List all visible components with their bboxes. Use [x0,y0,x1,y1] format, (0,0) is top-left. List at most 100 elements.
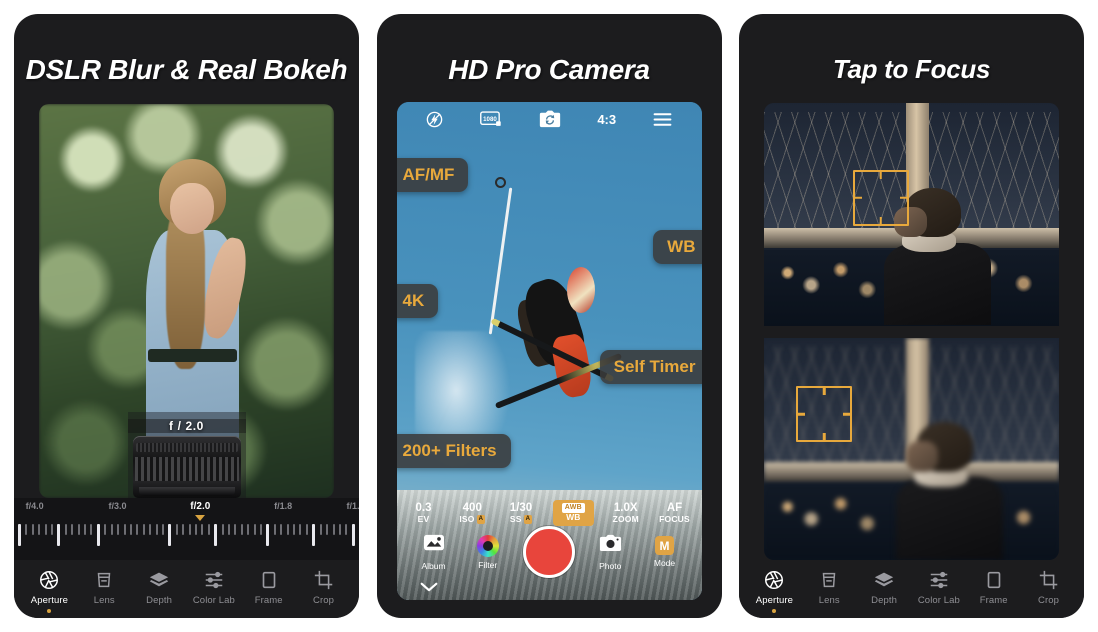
subject-face [170,182,215,234]
focus-photo-background[interactable] [764,337,1059,560]
subject-coat-2 [896,477,1003,560]
readout-ev[interactable]: 0.3 EV [407,502,441,525]
ruler-label-active: f/2.0 [190,501,211,512]
ruler-label-3: f/1.8 [274,501,293,511]
readout-iso[interactable]: 400 ISO A [455,502,489,525]
camera-top-bar[interactable]: 1080 4:3 [397,102,702,136]
pill-filters[interactable]: 200+ Filters [396,434,511,468]
aperture-value-label: f / 2.0 [127,419,246,433]
focus-box-on-background[interactable] [796,386,853,443]
readout-wb-key: WB [566,512,581,523]
ruler-label-1: f/3.0 [108,501,127,511]
shutter-button[interactable] [523,526,575,578]
ski-pole [488,187,513,335]
ski-pole-basket [495,177,506,189]
toolbar-item-frame[interactable]: Frame [242,569,296,606]
filter-button[interactable]: Filter [467,534,509,570]
readout-zoom[interactable]: 1.0X ZOOM [609,502,643,525]
panel-dslr-blur: DSLR Blur & Real Bokeh f / 2.0 f/4.0 f/3… [14,14,359,618]
ruler-label-0: f/4.0 [25,501,44,511]
editor-toolbar-3[interactable]: Aperture Lens Depth Color Lab Frame Crop [739,560,1084,618]
toolbar-label-frame: Frame [254,594,283,606]
camera-viewfinder[interactable]: 1080 4:3 AF/MF WB 4K Self Timer 200+ Fil… [396,102,702,600]
lens-graphic-icon [132,436,241,498]
pill-4k[interactable]: 4K [396,284,439,318]
toolbar-label-color-lab: Color Lab [192,594,235,606]
toolbar-item-depth[interactable]: Depth [132,569,186,606]
subject-coat [884,242,991,326]
photo-subject-person-blurred [894,422,1018,560]
readout-ev-value: 0.3 [415,501,432,514]
photo-label: Photo [599,560,622,571]
camera-action-bar[interactable]: Album Filter Photo M Mode [397,526,702,578]
frame-icon [983,569,1005,591]
toolbar3-item-crop[interactable]: Crop [1022,569,1076,606]
album-icon [423,533,445,558]
auto-badge-ss: A [523,515,533,525]
crop-icon [313,569,335,591]
active-indicator-dot [47,608,52,613]
toolbar3-item-color-lab[interactable]: Color Lab [912,569,966,606]
mode-button[interactable]: M Mode [644,536,686,568]
aperture-icon [38,569,60,591]
toolbar-item-crop[interactable]: Crop [297,569,351,606]
chevron-down-icon[interactable] [419,580,439,598]
toolbar-item-color-lab[interactable]: Color Lab [187,569,241,606]
sliders-icon [203,569,225,591]
readout-focus[interactable]: AF FOCUS [657,502,691,525]
toolbar3-label-lens: Lens [818,594,840,606]
mode-m-icon: M [655,536,674,555]
panel-title-2: HD Pro Camera [448,54,650,85]
photo-mode-button[interactable]: Photo [589,534,631,571]
aperture-icon [763,569,785,591]
toolbar-item-aperture[interactable]: Aperture [22,569,76,613]
toolbar3-label-color-lab: Color Lab [917,594,960,606]
focus-photo-subject[interactable] [764,103,1059,326]
ruler-ticks[interactable] [14,524,359,554]
screenshot-stage: DSLR Blur & Real Bokeh f / 2.0 f/4.0 f/3… [0,0,1098,632]
editor-toolbar-1[interactable]: Aperture Lens Depth Color Lab Frame Crop [14,560,359,618]
camera-readout-bar[interactable]: 0.3 EV 400 ISO A 1/30 SS A AWB WB 1.0X Z… [397,500,702,526]
toolbar3-label-aperture: Aperture [755,594,794,606]
album-button[interactable]: Album [413,533,455,571]
toolbar3-label-crop: Crop [1038,594,1060,606]
panel1-body: f / 2.0 f/4.0 f/3.0 f/2.0 f/1.8 f/1.4 [14,92,359,618]
toolbar3-item-aperture[interactable]: Aperture [747,569,801,613]
readout-ss-key: SS A [509,513,533,525]
readout-ss-value: 1/30 [509,501,533,514]
depth-icon [873,569,895,591]
pill-af-mf[interactable]: AF/MF [396,158,469,192]
toolbar3-item-frame[interactable]: Frame [967,569,1021,606]
skier-helmet [566,266,595,314]
lens-icon [93,569,115,591]
camera-flip-icon[interactable] [539,110,561,129]
toolbar3-item-lens[interactable]: Lens [802,569,856,606]
toolbar-item-lens[interactable]: Lens [77,569,131,606]
aperture-lens-badge: f / 2.0 [127,419,246,498]
readout-shutter-speed[interactable]: 1/30 SS A [504,502,538,525]
video-1080-icon[interactable]: 1080 [479,110,503,128]
subject-belt [148,348,237,363]
mode-label: Mode [653,558,676,568]
lens-icon [818,569,840,591]
readout-iso-key: ISO A [459,513,486,525]
toolbar3-label-frame: Frame [979,594,1008,606]
shutter-button-wrap[interactable] [521,526,577,578]
aspect-ratio-label[interactable]: 4:3 [597,112,616,127]
toolbar3-label-depth: Depth [871,594,897,606]
toolbar-label-depth: Depth [146,594,172,606]
pill-self-timer[interactable]: Self Timer [599,350,702,384]
readout-white-balance[interactable]: AWB WB [552,500,594,526]
photo-divider [764,326,1059,338]
ruler-labels: f/4.0 f/3.0 f/2.0 f/1.8 f/1.4 [14,498,359,521]
lens-ring [135,443,238,452]
toolbar-label-lens: Lens [93,594,115,606]
toolbar3-item-depth[interactable]: Depth [857,569,911,606]
depth-icon [148,569,170,591]
aperture-ruler[interactable]: f/4.0 f/3.0 f/2.0 f/1.8 f/1.4 [14,498,359,560]
flash-off-icon[interactable] [425,110,444,129]
focus-box-on-face[interactable] [852,169,909,226]
photo-camera-icon [599,534,622,558]
pill-wb[interactable]: WB [653,230,702,264]
hamburger-menu-icon[interactable] [652,111,673,128]
